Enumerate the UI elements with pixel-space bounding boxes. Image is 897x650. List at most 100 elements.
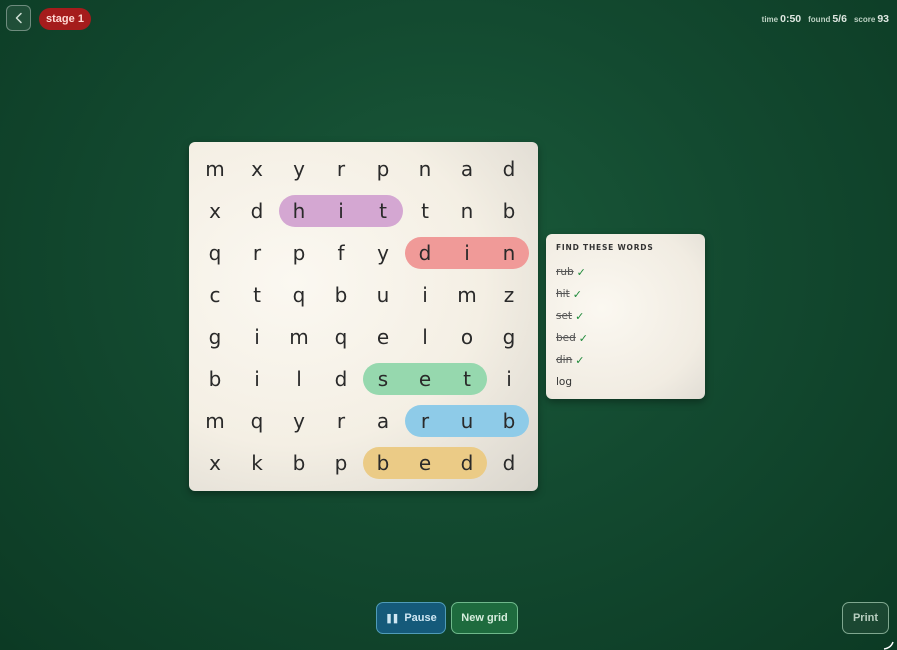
print-label: Print [852, 612, 879, 624]
letter-grid[interactable]: mxyrpnadxdhittnbqrpfydinctqbuimzgimqelog… [189, 142, 538, 491]
grid-cell[interactable]: i [488, 358, 530, 400]
checkmark-icon: ✓ [578, 331, 589, 345]
grid-cell[interactable]: n [404, 148, 446, 190]
grid-cell[interactable]: x [194, 442, 236, 484]
grid-cell[interactable]: q [236, 400, 278, 442]
grid-cell[interactable]: q [278, 274, 320, 316]
grid-cell[interactable]: e [404, 358, 446, 400]
stat-time: time 0:50 [761, 13, 802, 25]
grid-cell[interactable]: i [404, 274, 446, 316]
grid-cell[interactable]: e [404, 442, 446, 484]
grid-cell[interactable]: c [194, 274, 236, 316]
grid-cell[interactable]: x [194, 190, 236, 232]
grid-cell[interactable]: m [278, 316, 320, 358]
grid-cell[interactable]: t [404, 190, 446, 232]
pause-label: Pause [404, 612, 437, 624]
grid-cell[interactable]: o [446, 316, 488, 358]
time-value: 0:50 [780, 13, 802, 25]
grid-cell[interactable]: g [194, 316, 236, 358]
grid-cell[interactable]: t [362, 190, 404, 232]
word-item-din: din ✓ [556, 349, 695, 371]
grid-cell[interactable]: x [236, 148, 278, 190]
grid-cell[interactable]: l [278, 358, 320, 400]
stat-found: found 5/6 [808, 13, 847, 25]
grid-cell[interactable]: l [404, 316, 446, 358]
grid-cell[interactable]: m [194, 148, 236, 190]
grid-cell[interactable]: r [404, 400, 446, 442]
grid-cell[interactable]: d [488, 442, 530, 484]
grid-cell[interactable]: t [236, 274, 278, 316]
grid-cell[interactable]: q [320, 316, 362, 358]
grid-cell[interactable]: e [362, 316, 404, 358]
grid-cell[interactable]: r [236, 232, 278, 274]
new-grid-button[interactable]: New grid [451, 602, 518, 634]
grid-cell[interactable]: t [446, 358, 488, 400]
grid-cell[interactable]: b [278, 442, 320, 484]
grid-cell[interactable]: y [362, 232, 404, 274]
grid-cell[interactable]: b [320, 274, 362, 316]
checkmark-icon: ✓ [576, 265, 586, 279]
grid-cell[interactable]: i [446, 232, 488, 274]
word-item-rub: rub ✓ [556, 261, 695, 283]
grid-cell[interactable]: i [236, 316, 278, 358]
grid-cell[interactable]: p [278, 232, 320, 274]
checkmark-icon: ✓ [575, 353, 585, 367]
checkmark-icon: ✓ [572, 287, 582, 301]
found-value: 5/6 [832, 13, 847, 25]
word-item-bed: bed ✓ [556, 327, 695, 349]
word-item-hit: hit ✓ [556, 283, 695, 305]
grid-cell[interactable]: u [362, 274, 404, 316]
grid-cell[interactable]: y [278, 148, 320, 190]
grid-cell[interactable]: b [362, 442, 404, 484]
grid-cell[interactable]: b [488, 190, 530, 232]
grid-cell[interactable]: d [236, 190, 278, 232]
grid-cell[interactable]: n [446, 190, 488, 232]
new-grid-label: New grid [461, 612, 508, 624]
word-list-panel: FIND THESE WORDS rub ✓ hit ✓ set ✓ bed ✓ din ✓ log [546, 234, 705, 399]
word-item-log: log [556, 371, 695, 393]
grid-cell[interactable]: y [278, 400, 320, 442]
grid-cell[interactable]: i [320, 190, 362, 232]
grid-cell[interactable]: d [488, 148, 530, 190]
grid-cell[interactable]: q [194, 232, 236, 274]
word-text: log [556, 376, 573, 388]
pause-button[interactable]: ❚❚ Pause [376, 602, 446, 634]
grid-cell[interactable]: z [488, 274, 530, 316]
grid-cell[interactable]: m [194, 400, 236, 442]
score-value: 93 [877, 13, 889, 25]
grid-cell[interactable]: p [320, 442, 362, 484]
grid-cell[interactable]: k [236, 442, 278, 484]
word-text: set [556, 310, 573, 322]
word-list-title: FIND THESE WORDS [556, 243, 654, 252]
back-button[interactable] [6, 5, 31, 31]
word-text: rub [556, 266, 574, 278]
word-item-set: set ✓ [556, 305, 695, 327]
resize-corner-icon [883, 641, 894, 650]
grid-cell[interactable]: r [320, 400, 362, 442]
grid-cell[interactable]: d [404, 232, 446, 274]
word-text: bed [556, 332, 576, 344]
grid-cell[interactable]: m [446, 274, 488, 316]
grid-cell[interactable]: b [488, 400, 530, 442]
grid-cell[interactable]: g [488, 316, 530, 358]
grid-cell[interactable]: d [446, 442, 488, 484]
grid-cell[interactable]: d [320, 358, 362, 400]
word-text: din [556, 354, 573, 366]
chevron-left-icon [15, 12, 22, 24]
grid-cell[interactable]: a [446, 148, 488, 190]
grid-cell[interactable]: f [320, 232, 362, 274]
grid-cell[interactable]: b [194, 358, 236, 400]
grid-cell[interactable]: r [320, 148, 362, 190]
stage-badge: stage 1 [39, 8, 91, 30]
grid-cell[interactable]: s [362, 358, 404, 400]
stat-score: score 93 [853, 13, 889, 25]
grid-cell[interactable]: i [236, 358, 278, 400]
print-button[interactable]: Print [842, 602, 889, 634]
stats-bar: time 0:50 found 5/6 score 93 [762, 13, 889, 25]
grid-cell[interactable]: h [278, 190, 320, 232]
pause-icon: ❚❚ [385, 612, 399, 623]
grid-cell[interactable]: n [488, 232, 530, 274]
grid-cell[interactable]: u [446, 400, 488, 442]
grid-cell[interactable]: p [362, 148, 404, 190]
grid-cell[interactable]: a [362, 400, 404, 442]
